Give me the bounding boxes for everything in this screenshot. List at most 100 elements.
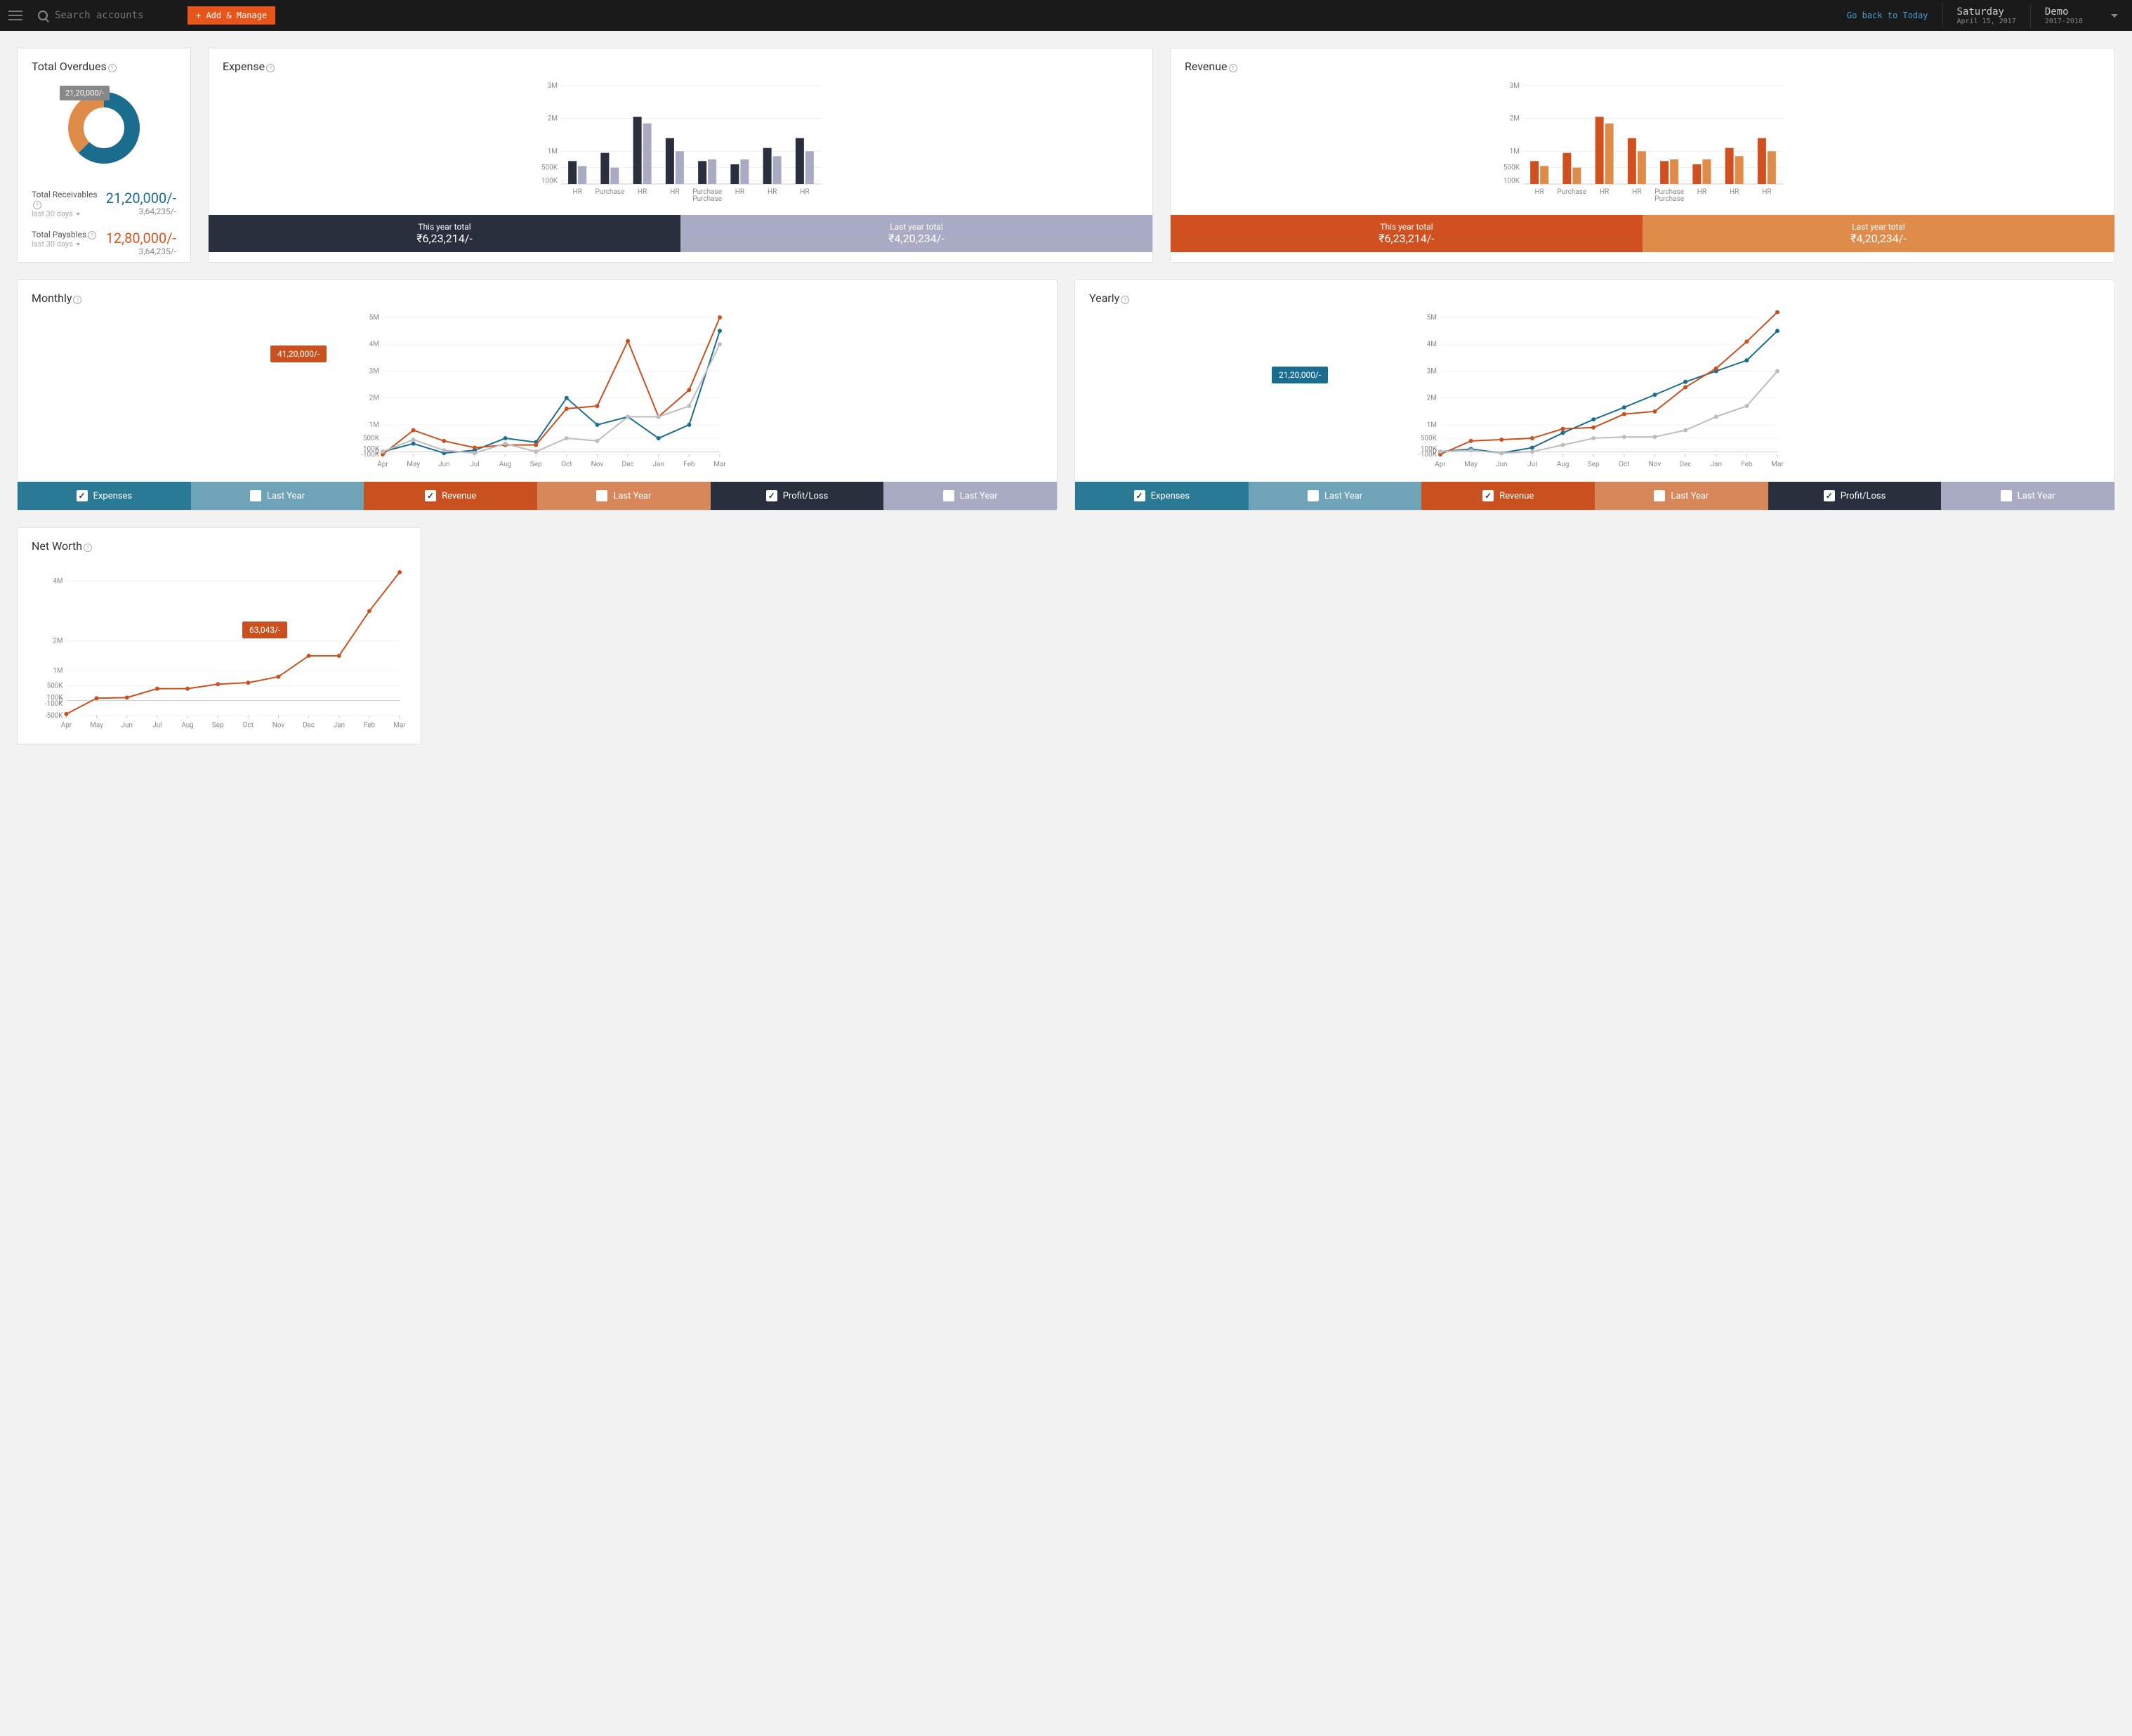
- svg-text:HR: HR: [1534, 188, 1544, 196]
- company-selector[interactable]: Demo 2017-2018: [2030, 4, 2132, 28]
- svg-text:HR: HR: [670, 188, 679, 196]
- svg-text:5M: 5M: [1427, 314, 1437, 322]
- legend-revenue[interactable]: Revenue: [1421, 482, 1595, 510]
- svg-text:HR: HR: [768, 188, 777, 196]
- svg-text:5M: 5M: [369, 314, 379, 322]
- checkbox-icon: [943, 490, 954, 501]
- legend-profitloss[interactable]: Profit/Loss: [711, 482, 884, 510]
- svg-text:2M: 2M: [53, 638, 62, 645]
- header-right: Go back to Today Saturday April 15, 2017…: [1833, 4, 2132, 28]
- legend-expenses[interactable]: Expenses: [1075, 482, 1249, 510]
- monthly-legend: Expenses Last Year Revenue Last Year Pro…: [18, 482, 1057, 510]
- checkbox-icon: [1824, 490, 1835, 501]
- monthly-card: Monthly? -100K0100K500K1M2M3M4M5MAprMayJ…: [17, 280, 1058, 511]
- svg-text:Sep: Sep: [1588, 461, 1600, 468]
- info-icon[interactable]: ?: [108, 64, 117, 72]
- checkbox-icon: [766, 490, 777, 501]
- date-block: Saturday April 15, 2017: [1942, 4, 2030, 28]
- svg-text:Oct: Oct: [243, 722, 254, 730]
- monthly-title: Monthly?: [18, 280, 1057, 310]
- svg-text:HR: HR: [1762, 188, 1771, 196]
- info-icon[interactable]: ?: [266, 64, 275, 72]
- svg-text:HR: HR: [638, 188, 647, 196]
- info-icon[interactable]: ?: [84, 544, 92, 552]
- legend-profitloss-ly[interactable]: Last Year: [883, 482, 1057, 510]
- svg-text:HR: HR: [735, 188, 744, 196]
- search-wrap: [31, 10, 187, 21]
- svg-text:Dec: Dec: [1680, 461, 1692, 468]
- svg-text:Jul: Jul: [470, 461, 479, 468]
- chevron-down-icon: [76, 213, 80, 216]
- svg-text:4M: 4M: [1427, 341, 1437, 348]
- svg-text:1M: 1M: [1427, 421, 1437, 429]
- info-icon[interactable]: ?: [73, 296, 81, 304]
- legend-revenue-ly[interactable]: Last Year: [537, 482, 711, 510]
- svg-text:Nov: Nov: [272, 722, 285, 730]
- legend-profitloss-ly[interactable]: Last Year: [1941, 482, 2114, 510]
- payables-label: Total Payables: [32, 230, 86, 239]
- svg-text:100K: 100K: [363, 445, 380, 453]
- info-icon[interactable]: ?: [88, 231, 96, 239]
- company-name: Demo: [2045, 6, 2083, 18]
- revenue-bar-chart: 100K500K1M2M3MHRPurchaseHRHRPurchasePurc…: [1171, 79, 2114, 215]
- overdues-card: Total Overdues? 21,20,000/- Total Receiv…: [17, 48, 191, 263]
- info-icon[interactable]: ?: [1229, 64, 1237, 72]
- svg-text:500K: 500K: [1421, 435, 1437, 442]
- svg-text:May: May: [1464, 461, 1478, 468]
- svg-text:2M: 2M: [548, 115, 558, 123]
- yearly-tooltip: 21,20,000/-: [1272, 367, 1328, 383]
- legend-profitloss[interactable]: Profit/Loss: [1768, 482, 1942, 510]
- menu-button[interactable]: [0, 0, 31, 31]
- svg-text:Jul: Jul: [152, 722, 162, 730]
- receivables-subvalue: 3,64,235/-: [106, 206, 176, 216]
- checkbox-icon: [77, 490, 88, 501]
- go-back-link[interactable]: Go back to Today: [1833, 11, 1942, 20]
- svg-text:3M: 3M: [1427, 367, 1437, 375]
- revenue-this-year: This year total₹6,23,214/-: [1171, 215, 1643, 252]
- receivables-period-dropdown[interactable]: last 30 days: [32, 209, 106, 218]
- legend-expenses-ly[interactable]: Last Year: [191, 482, 364, 510]
- svg-text:May: May: [407, 461, 420, 468]
- donut-tooltip: 21,20,000/-: [60, 86, 110, 100]
- svg-text:500K: 500K: [47, 682, 64, 690]
- legend-expenses-ly[interactable]: Last Year: [1249, 482, 1422, 510]
- date-label: April 15, 2017: [1957, 18, 2016, 25]
- svg-text:Oct: Oct: [1619, 461, 1629, 468]
- svg-text:100K: 100K: [1503, 177, 1520, 185]
- info-icon[interactable]: ?: [33, 201, 41, 209]
- svg-text:Jun: Jun: [121, 722, 133, 730]
- svg-text:100K: 100K: [1421, 445, 1437, 453]
- search-input[interactable]: [48, 10, 180, 21]
- checkbox-icon: [2001, 490, 2012, 501]
- legend-expenses[interactable]: Expenses: [18, 482, 191, 510]
- svg-text:1M: 1M: [1510, 147, 1520, 155]
- receivables-value: 21,20,000/-: [106, 190, 176, 206]
- monthly-line-chart: -100K0100K500K1M2M3M4M5MAprMayJunJulAugS…: [18, 310, 1057, 482]
- svg-text:Jun: Jun: [1496, 461, 1508, 468]
- revenue-last-year: Last year total₹4,20,234/-: [1643, 215, 2114, 252]
- svg-text:3M: 3M: [1510, 82, 1520, 90]
- svg-text:Apr: Apr: [1435, 461, 1446, 468]
- svg-text:3M: 3M: [548, 82, 558, 90]
- networth-line-chart: -500K-100K0100K500K1M2M4MAprMayJunJulAug…: [18, 558, 421, 744]
- svg-text:2M: 2M: [1427, 395, 1437, 402]
- svg-text:Jan: Jan: [334, 722, 345, 730]
- monthly-tooltip: 41,20,000/-: [270, 346, 327, 362]
- svg-text:1M: 1M: [548, 147, 558, 155]
- svg-text:Mar: Mar: [393, 722, 406, 730]
- svg-text:Sep: Sep: [212, 722, 224, 730]
- expense-totals: This year total₹6,23,214/- Last year tot…: [209, 215, 1152, 252]
- payables-period-dropdown[interactable]: last 30 days: [32, 239, 96, 249]
- legend-revenue[interactable]: Revenue: [364, 482, 537, 510]
- yearly-card: Yearly? -100K0100K500K1M2M3M4M5MAprMayJu…: [1074, 280, 2115, 511]
- legend-revenue-ly[interactable]: Last Year: [1595, 482, 1768, 510]
- add-manage-button[interactable]: + Add & Manage: [187, 6, 275, 25]
- checkbox-icon: [1308, 490, 1319, 501]
- checkbox-icon: [1654, 490, 1665, 501]
- header: + Add & Manage Go back to Today Saturday…: [0, 0, 2132, 31]
- svg-text:Sep: Sep: [530, 461, 542, 468]
- expense-this-year: This year total₹6,23,214/-: [209, 215, 680, 252]
- revenue-card: Revenue? 100K500K1M2M3MHRPurchaseHRHRPur…: [1170, 48, 2115, 263]
- info-icon[interactable]: ?: [1121, 296, 1129, 304]
- svg-text:Feb: Feb: [683, 461, 695, 468]
